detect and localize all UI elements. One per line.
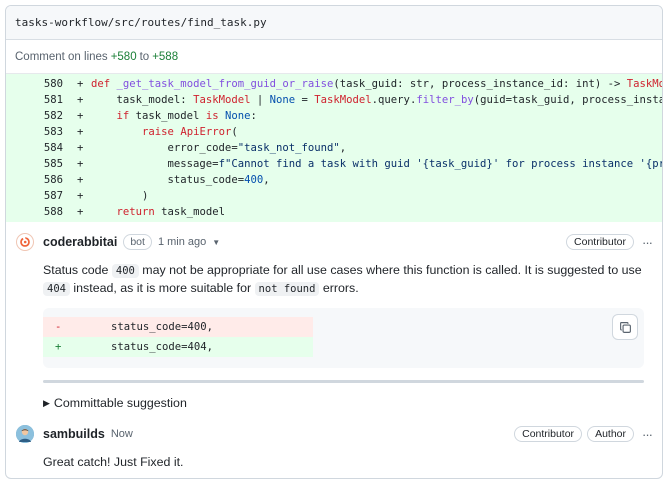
file-path[interactable]: tasks-workflow/src/routes/find_task.py <box>15 16 267 29</box>
inline-code-400: 400 <box>111 264 139 278</box>
diff-line[interactable]: 586 + status_code=400, <box>6 172 662 188</box>
suggested-change-box: - status_code=400, + status_code=404, <box>43 308 644 368</box>
added-code: status_code=404, <box>111 341 214 353</box>
code-text: task_model: TaskModel | None = TaskModel… <box>91 94 663 106</box>
committable-suggestion-label: Committable suggestion <box>53 396 187 410</box>
comment-timestamp[interactable]: Now <box>111 428 133 440</box>
inline-code-404: 404 <box>43 282 70 296</box>
comment-range-prefix: Comment on lines <box>15 50 108 63</box>
comment-body: Status code 400 may not be appropriate f… <box>43 262 644 298</box>
comment-range-info: Comment on lines +580 to +588 <box>6 40 662 74</box>
diff-line[interactable]: 582 + if task_model is None: <box>6 108 662 124</box>
diff-sign: + <box>77 126 84 138</box>
diff-line[interactable]: 587 + ) <box>6 188 662 204</box>
code-text: message=f"Cannot find a task with guid '… <box>91 158 662 170</box>
comment-range-start: +580 <box>110 50 137 63</box>
diff-sign: + <box>77 110 84 122</box>
line-number[interactable]: 581 <box>6 94 77 106</box>
contributor-badge: Contributor <box>514 426 583 442</box>
comment-header: coderabbitai bot 1 min ago ▼ Contributor… <box>16 232 653 252</box>
body-text-1: Status code <box>43 263 112 277</box>
copy-icon <box>619 321 631 333</box>
code-text: def _get_task_model_from_guid_or_raise(t… <box>91 78 662 90</box>
diff-sign: + <box>77 78 84 90</box>
line-number[interactable]: 582 <box>6 110 77 122</box>
review-thread-card: tasks-workflow/src/routes/find_task.py C… <box>5 5 663 479</box>
suggestion-added-line: + status_code=404, <box>43 337 313 357</box>
body-text-4: errors. <box>319 281 359 295</box>
diff-sign: + <box>77 142 84 154</box>
coderabbit-logo-icon[interactable] <box>16 233 34 251</box>
diff-line[interactable]: 588 + return task_model <box>6 204 662 220</box>
bot-badge: bot <box>123 234 152 250</box>
diff-sign: + <box>77 190 84 202</box>
inline-code-not-found: not found <box>254 282 320 296</box>
comment-range-middle: to <box>139 50 150 63</box>
added-sign: + <box>55 341 62 353</box>
suggestion-deleted-line: - status_code=400, <box>43 317 313 337</box>
code-text: return task_model <box>116 206 225 218</box>
committable-suggestion-toggle[interactable]: ▶ Committable suggestion <box>43 395 652 411</box>
code-text: error_code="task_not_found", <box>91 142 347 154</box>
line-number[interactable]: 586 <box>6 174 77 186</box>
comment-range-end: +588 <box>152 50 179 63</box>
comment-author[interactable]: sambuilds <box>43 427 105 441</box>
user-avatar-icon[interactable] <box>16 425 34 443</box>
diff-sign: + <box>77 206 84 218</box>
code-text: status_code=400, <box>91 174 270 186</box>
kebab-icon[interactable]: ··· <box>642 427 653 442</box>
diff-line[interactable]: 585 + message=f"Cannot find a task with g… <box>6 156 662 172</box>
deleted-sign: - <box>55 321 62 333</box>
code-text: raise ApiError( <box>142 126 238 138</box>
comment-timestamp[interactable]: 1 min ago <box>158 236 206 248</box>
author-badge: Author <box>587 426 634 442</box>
diff-sign: + <box>77 174 84 186</box>
body-text-3: instead, as it is more suitable for <box>69 281 255 295</box>
diff-sign: + <box>77 158 84 170</box>
diff-hunk: 580 + def _get_task_model_from_guid_or_rai… <box>6 74 662 222</box>
line-number[interactable]: 580 <box>6 78 77 90</box>
chevron-down-icon[interactable]: ▼ <box>212 238 220 247</box>
deleted-code: status_code=400, <box>111 321 214 333</box>
diff-line[interactable]: 584 + error_code="task_not_found", <box>6 140 662 156</box>
copy-button[interactable] <box>612 314 638 340</box>
suggestion-divider <box>43 380 644 383</box>
triangle-right-icon: ▶ <box>43 397 50 408</box>
diff-sign: + <box>77 94 84 106</box>
comment-author[interactable]: coderabbitai <box>43 235 117 249</box>
comment-header: sambuilds Now Contributor Author ··· <box>16 424 653 444</box>
line-number[interactable]: 587 <box>6 190 77 202</box>
code-text: ) <box>91 190 149 202</box>
diff-line[interactable]: 580 + def _get_task_model_from_guid_or_rai… <box>6 76 662 92</box>
diff-line[interactable]: 581 + task_model: TaskModel | None = Task… <box>6 92 662 108</box>
code-text: if task_model is None: <box>116 110 257 122</box>
line-number[interactable]: 588 <box>6 206 77 218</box>
body-text-2: may not be appropriate for all use cases… <box>138 263 642 277</box>
comment-body: Great catch! Just Fixed it. <box>43 455 184 469</box>
line-number[interactable]: 583 <box>6 126 77 138</box>
line-number[interactable]: 585 <box>6 158 77 170</box>
diff-line[interactable]: 583 + raise ApiError( <box>6 124 662 140</box>
kebab-icon[interactable]: ··· <box>642 235 653 250</box>
file-header[interactable]: tasks-workflow/src/routes/find_task.py <box>6 6 662 40</box>
line-number[interactable]: 584 <box>6 142 77 154</box>
contributor-badge: Contributor <box>566 234 634 250</box>
review-comment-coderabbitai: coderabbitai bot 1 min ago ▼ Contributor… <box>6 222 662 411</box>
review-comment-sambuilds: sambuilds Now Contributor Author ··· Gre… <box>6 424 662 471</box>
